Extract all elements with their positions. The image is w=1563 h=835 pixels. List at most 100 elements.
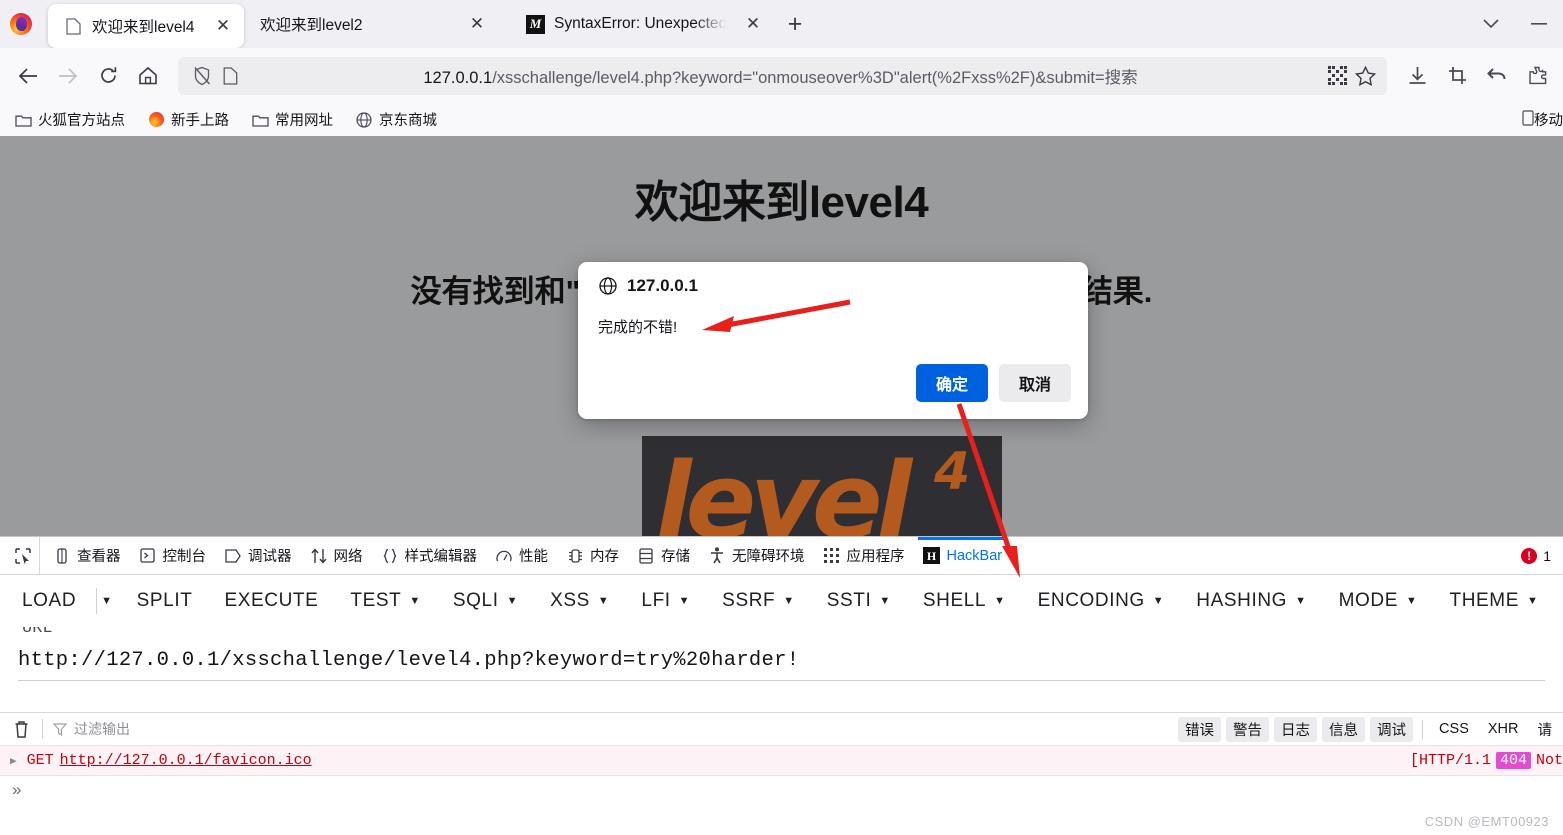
browser-tab-3[interactable]: M SyntaxError: Unexpected toke ✕ <box>510 4 774 44</box>
devtools-tab-inspector[interactable]: 查看器 <box>44 537 130 574</box>
filter-errors-button[interactable]: 错误 <box>1178 716 1222 742</box>
bookmark-firefox-official[interactable]: 火狐官方站点 <box>10 107 129 132</box>
debugger-icon <box>224 547 242 565</box>
browser-tab-strip: 欢迎来到level4 ✕ 欢迎来到level2 ✕ M SyntaxError:… <box>0 0 1563 48</box>
filter-css-button[interactable]: CSS <box>1432 719 1476 739</box>
chevron-down-icon[interactable] <box>1467 2 1515 46</box>
extensions-icon[interactable] <box>1517 57 1557 95</box>
undo-close-tab-icon[interactable] <box>1477 57 1517 95</box>
console-request-url[interactable]: http://127.0.0.1/favicon.ico <box>60 752 312 769</box>
chevron-down-icon: ▼ <box>678 595 691 607</box>
devtools-tab-storage[interactable]: 存储 <box>628 537 699 574</box>
hackbar-menu-label: SSRF <box>722 590 776 611</box>
console-filter-buttons: 错误 警告 日志 信息 调试 CSS XHR 请 <box>1178 716 1563 742</box>
bookmark-mobile-folder[interactable]: 移动 <box>1522 109 1563 130</box>
browser-tab-2[interactable]: 欢迎来到level2 ✕ <box>244 4 510 44</box>
url-bar[interactable]: 127.0.0.1/xsschallenge/level4.php?keywor… <box>178 56 1387 95</box>
devtools-error-count[interactable]: ! 1 <box>1521 547 1551 564</box>
downloads-icon[interactable] <box>1397 57 1437 95</box>
devtools-tab-console[interactable]: 控制台 <box>130 537 216 574</box>
console-request-method: GET <box>26 752 54 769</box>
hackbar-load-dropdown-icon[interactable]: ▼ <box>101 595 113 607</box>
url-text[interactable]: 127.0.0.1/xsschallenge/level4.php?keywor… <box>244 64 1377 88</box>
devtools-tab-label: 网络 <box>333 549 363 565</box>
dialog-cancel-button[interactable]: 取消 <box>998 364 1071 402</box>
back-button[interactable] <box>8 57 48 95</box>
filter-debug-button[interactable]: 调试 <box>1370 716 1414 742</box>
new-tab-button[interactable]: + <box>776 5 814 43</box>
devtools-tab-style-editor[interactable]: 样式编辑器 <box>372 537 487 574</box>
inspector-icon <box>53 547 71 565</box>
chevron-down-icon: ▼ <box>1405 595 1418 607</box>
filter-xhr-button[interactable]: XHR <box>1481 719 1526 739</box>
bookmark-common-sites[interactable]: 常用网址 <box>247 107 337 132</box>
hackbar-test-menu[interactable]: TEST ▼ <box>350 590 420 612</box>
storage-icon <box>637 547 655 565</box>
hackbar-xss-menu[interactable]: XSS ▼ <box>550 590 609 612</box>
dialog-ok-button[interactable]: 确定 <box>915 364 988 402</box>
close-tab-2-icon[interactable]: ✕ <box>464 11 490 37</box>
browser-tab-1[interactable]: 欢迎来到level4 ✕ <box>48 4 244 48</box>
filter-warnings-button[interactable]: 警告 <box>1226 716 1270 742</box>
hackbar-mode-menu[interactable]: MODE ▼ <box>1339 590 1418 612</box>
folder-icon <box>14 111 32 129</box>
chevron-down-icon: ▼ <box>1152 595 1165 607</box>
filter-requests-button[interactable]: 请 <box>1531 717 1560 742</box>
hackbar-hashing-menu[interactable]: HASHING ▼ <box>1196 590 1306 612</box>
devtools-tab-hackbar[interactable]: H HackBar <box>914 537 1012 574</box>
hackbar-shell-menu[interactable]: SHELL ▼ <box>923 590 1006 612</box>
hackbar-lfi-menu[interactable]: LFI ▼ <box>641 590 690 612</box>
hackbar-body: URL http://127.0.0.1/xsschallenge/level4… <box>0 627 1563 715</box>
close-tab-1-icon[interactable]: ✕ <box>210 13 236 39</box>
tracking-protection-off-icon[interactable] <box>188 62 216 90</box>
hackbar-menu-label: SSTI <box>826 590 872 611</box>
application-icon <box>823 547 841 565</box>
bookmark-getting-started[interactable]: 新手上路 <box>143 107 233 132</box>
hackbar-menu-label: SQLI <box>452 590 499 611</box>
console-filter-input[interactable]: 过滤输出 <box>51 719 130 739</box>
console-message-row[interactable]: ▶ GET http://127.0.0.1/favicon.ico [HTTP… <box>0 746 1563 776</box>
console-input-prompt[interactable]: » <box>0 776 1563 804</box>
reload-button[interactable] <box>88 57 128 95</box>
browser-tab-3-title: SyntaxError: Unexpected toke <box>554 15 726 32</box>
hackbar-menu-label: LFI <box>641 590 671 611</box>
bookmark-jd-mall[interactable]: 京东商城 <box>351 107 441 132</box>
close-tab-3-icon[interactable]: ✕ <box>740 11 766 37</box>
url-bar-actions <box>1323 62 1379 90</box>
devtools-tab-bar: 查看器 控制台 调试器 网络 样式编辑器 性能 内存 存储 无障碍环境 应用程序… <box>0 537 1563 575</box>
trash-icon[interactable] <box>8 716 34 742</box>
hackbar-sqli-menu[interactable]: SQLI ▼ <box>453 590 518 612</box>
qrcode-icon[interactable] <box>1323 62 1351 90</box>
bookmark-star-icon[interactable] <box>1351 62 1379 90</box>
page-info-icon[interactable] <box>216 62 244 90</box>
hackbar-ssti-menu[interactable]: SSTI ▼ <box>827 590 891 612</box>
performance-icon <box>495 547 513 565</box>
status-prefix: [HTTP/1.1 <box>1409 752 1491 769</box>
devtools-tab-accessibility[interactable]: 无障碍环境 <box>699 537 814 574</box>
minimize-icon[interactable] <box>1515 2 1563 46</box>
devtools-tab-network[interactable]: 网络 <box>301 537 372 574</box>
screenshot-icon[interactable] <box>1437 57 1477 95</box>
hackbar-execute-button[interactable]: EXECUTE <box>224 590 318 612</box>
chevron-down-icon: ▼ <box>879 595 891 607</box>
home-button[interactable] <box>128 57 168 95</box>
devtools-tab-debugger[interactable]: 调试器 <box>215 537 301 574</box>
hackbar-split-button[interactable]: SPLIT <box>137 590 193 612</box>
hackbar-ssrf-menu[interactable]: SSRF ▼ <box>722 590 795 612</box>
devtools-tab-memory[interactable]: 内存 <box>557 537 628 574</box>
hackbar-encoding-menu[interactable]: ENCODING ▼ <box>1038 590 1165 612</box>
filter-logs-button[interactable]: 日志 <box>1274 716 1318 742</box>
network-icon <box>310 547 328 565</box>
filter-info-button[interactable]: 信息 <box>1322 716 1366 742</box>
hackbar-url-input[interactable]: http://127.0.0.1/xsschallenge/level4.php… <box>18 649 1545 681</box>
devtools-tab-performance[interactable]: 性能 <box>486 537 557 574</box>
devtools-tab-application[interactable]: 应用程序 <box>814 537 914 574</box>
forward-button[interactable] <box>48 57 88 95</box>
expand-row-icon[interactable]: ▶ <box>10 754 17 768</box>
page-title: 欢迎来到level4 <box>634 178 929 227</box>
hackbar-load-button[interactable]: LOAD <box>22 590 76 612</box>
bookmark-label: 京东商城 <box>379 113 437 129</box>
element-picker-icon[interactable] <box>6 537 40 574</box>
url-host: 127.0.0.1 <box>423 68 493 87</box>
hackbar-theme-menu[interactable]: THEME ▼ <box>1449 590 1538 612</box>
